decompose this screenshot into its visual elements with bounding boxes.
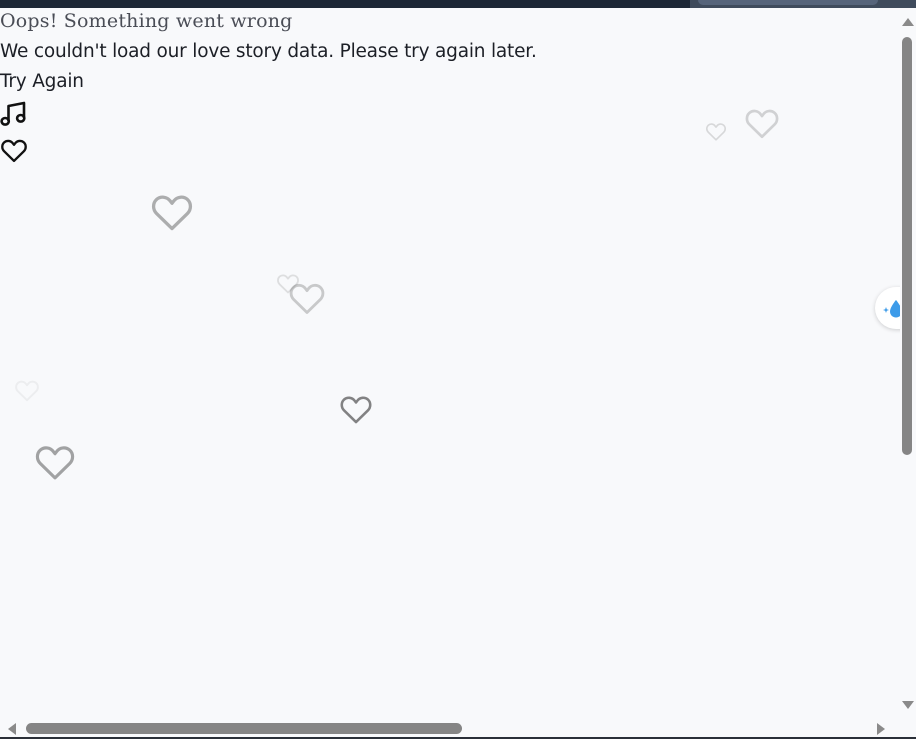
floating-heart-icon — [277, 274, 299, 294]
error-message: We couldn't load our love story data. Pl… — [0, 41, 537, 62]
floating-heart-icon — [35, 446, 75, 480]
music-toggle-button[interactable] — [0, 100, 28, 128]
floating-heart-icon — [151, 195, 193, 231]
scroll-left-arrow-icon[interactable] — [4, 722, 20, 736]
horizontal-scrollbar-thumb[interactable] — [26, 723, 462, 734]
try-again-button[interactable]: Try Again — [0, 71, 84, 92]
scroll-down-arrow-icon[interactable] — [900, 697, 916, 713]
floating-heart-icon — [745, 109, 779, 139]
like-button[interactable] — [0, 137, 28, 165]
browser-tab[interactable] — [698, 0, 878, 5]
scroll-up-arrow-icon[interactable] — [900, 14, 916, 30]
heart-outline-icon — [1, 139, 27, 163]
music-note-icon — [0, 101, 26, 126]
floating-heart-icon — [340, 396, 372, 424]
scroll-right-arrow-icon[interactable] — [873, 722, 889, 736]
floating-heart-icon — [15, 380, 39, 402]
error-title: Oops! Something went wrong — [0, 10, 293, 32]
vertical-scrollbar-thumb[interactable] — [902, 37, 912, 455]
floating-heart-icon — [705, 123, 727, 141]
